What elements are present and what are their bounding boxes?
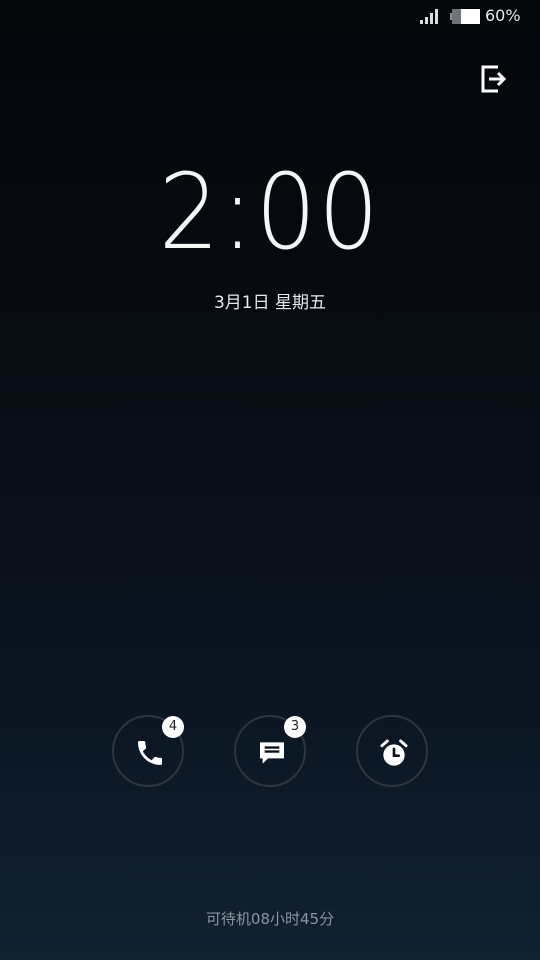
- alarm-shortcut-button[interactable]: [356, 715, 428, 787]
- standby-time-text: 可待机08小时45分: [205, 910, 335, 928]
- signal-bars-icon: [420, 9, 438, 24]
- clock-time: 2:00: [0, 152, 540, 272]
- exit-icon: [481, 65, 507, 93]
- alarm-clock-icon: [380, 739, 408, 766]
- clock-time-text: 2:00: [158, 151, 382, 273]
- message-badge: 3: [284, 716, 306, 738]
- exit-button[interactable]: [478, 63, 510, 95]
- message-shortcut-button[interactable]: 3: [234, 715, 306, 787]
- battery-percent: 60%: [485, 6, 521, 25]
- phone-icon: [138, 741, 162, 765]
- phone-shortcut-button[interactable]: 4: [112, 715, 184, 787]
- battery-icon: [450, 9, 480, 24]
- date-text: 3月1日 星期五: [213, 293, 327, 313]
- message-icon: [260, 742, 284, 764]
- phone-badge: 4: [162, 716, 184, 738]
- status-bar: 60%: [0, 0, 540, 34]
